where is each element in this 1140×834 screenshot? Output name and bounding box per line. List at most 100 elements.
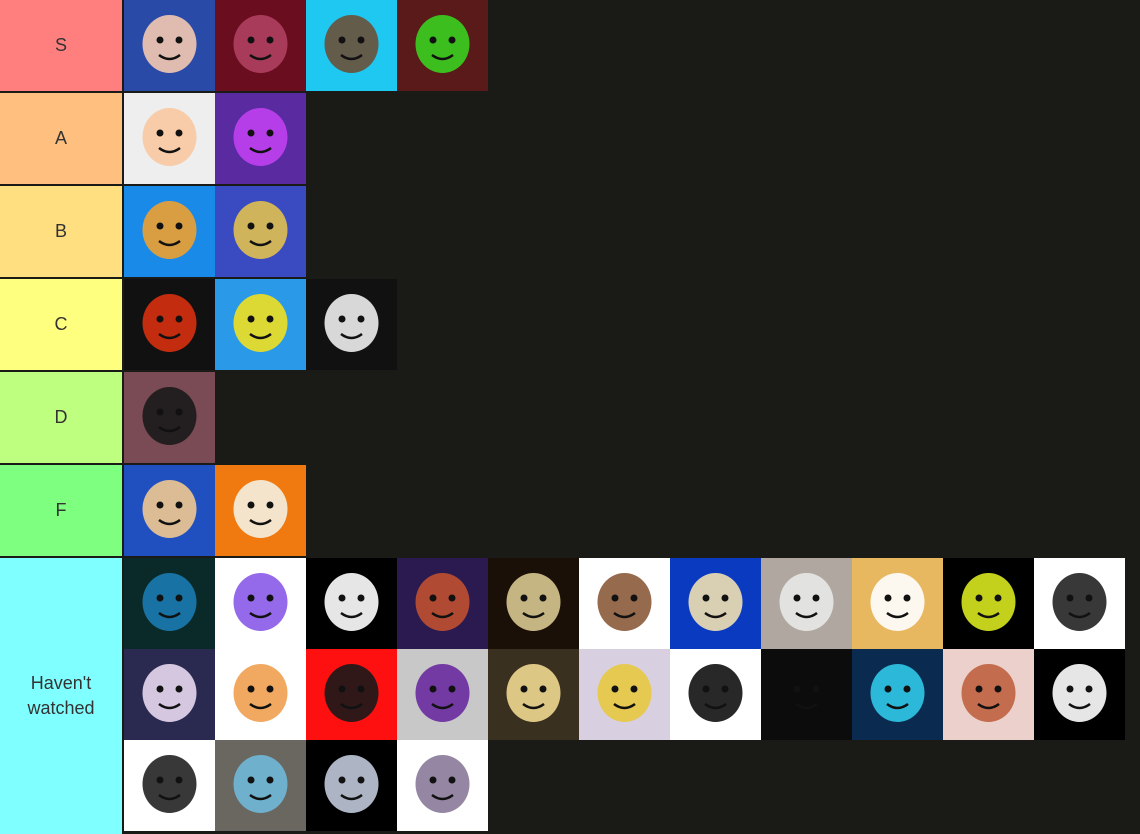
tier-item-crowned-afro-figure[interactable] bbox=[306, 649, 397, 740]
tier-items bbox=[124, 93, 1136, 184]
white-glasses-face-image bbox=[1052, 664, 1107, 722]
tier-list-board: TiERMAKER SABCDFHaven't watched bbox=[0, 0, 1140, 834]
plush-closeup-image bbox=[233, 755, 288, 813]
tier-row: F bbox=[0, 465, 1140, 556]
dark-empty-tile-image bbox=[779, 664, 834, 722]
tier-item-green-scribble-figure[interactable] bbox=[397, 0, 488, 91]
tornado-frame-image bbox=[324, 755, 379, 813]
tier-item-pixel-rubber-duck[interactable] bbox=[579, 649, 670, 740]
anime-girl-silver-hair-image bbox=[142, 664, 197, 722]
tier-item-nitnot-1337-drawing[interactable] bbox=[306, 279, 397, 370]
glasses-sketch-character-image bbox=[688, 664, 743, 722]
tier-item-red-creepy-bear[interactable] bbox=[215, 0, 306, 91]
tier-items bbox=[124, 372, 1136, 463]
tier-item-tornado-frame[interactable] bbox=[306, 740, 397, 831]
tier-row: Haven't watched bbox=[0, 558, 1140, 834]
crowned-afro-figure-image bbox=[324, 664, 379, 722]
tier-label[interactable]: C bbox=[0, 279, 124, 370]
blue-hair-top-hat-avatar-image bbox=[142, 15, 197, 73]
brown-hair-face-image bbox=[324, 15, 379, 73]
cyan-cap-photo-image bbox=[870, 664, 925, 722]
tier-item-roblox-skeleton[interactable] bbox=[488, 558, 579, 649]
tier-item-small-roblox-figure[interactable] bbox=[943, 649, 1034, 740]
tier-item-blox-brothers-logo[interactable] bbox=[852, 558, 943, 649]
orange-cat-badge-image bbox=[233, 664, 288, 722]
tier-item-cat-with-bowtie[interactable] bbox=[761, 558, 852, 649]
tier-row: A bbox=[0, 93, 1140, 184]
tier-item-blue-hair-top-hat-avatar[interactable] bbox=[124, 0, 215, 91]
tier-item-stick-figure-sketch[interactable] bbox=[1034, 558, 1125, 649]
yellow-smiley-square-image bbox=[233, 294, 288, 352]
tier-row: D bbox=[0, 372, 1140, 463]
tier-item-bunny-ears-sunglasses[interactable] bbox=[124, 372, 215, 463]
red-creature-dark-image bbox=[142, 294, 197, 352]
tier-item-cheesecake-slice-badge[interactable] bbox=[488, 649, 579, 740]
cheesecake-slice-badge-image bbox=[506, 664, 561, 722]
tier-label[interactable]: S bbox=[0, 0, 124, 91]
red-creepy-bear-image bbox=[233, 15, 288, 73]
tier-items bbox=[124, 186, 1136, 277]
tier-item-dark-creature-night[interactable] bbox=[397, 558, 488, 649]
green-scribble-figure-image bbox=[415, 15, 470, 73]
small-roblox-figure-image bbox=[961, 664, 1016, 722]
roblox-headphones-avatar-image bbox=[142, 480, 197, 538]
bunny-ears-sunglasses-image bbox=[142, 387, 197, 445]
tier-item-purple-bird-3d-glasses[interactable] bbox=[397, 649, 488, 740]
tv-noodle-bowl-logo-image bbox=[142, 201, 197, 259]
tier-item-purple-rat-3d-glasses[interactable] bbox=[397, 740, 488, 831]
purple-top-hat-character-image bbox=[233, 108, 288, 166]
tier-label[interactable]: B bbox=[0, 186, 124, 277]
kk-orange-logo-image bbox=[233, 480, 288, 538]
green-cap-cartoon-image bbox=[142, 108, 197, 166]
tier-label[interactable]: F bbox=[0, 465, 124, 556]
blox-brothers-logo-image bbox=[870, 573, 925, 631]
tier-item-anime-girl-silver-hair[interactable] bbox=[124, 649, 215, 740]
tier-items bbox=[124, 465, 1136, 556]
black-line-face-image bbox=[324, 573, 379, 631]
tier-row: B bbox=[0, 186, 1140, 277]
blue-penguin-image bbox=[142, 573, 197, 631]
tier-item-antler-roblox-avatar[interactable] bbox=[215, 186, 306, 277]
stick-figure-sketch-image bbox=[1052, 573, 1107, 631]
tier-item-cyan-cap-photo[interactable] bbox=[852, 649, 943, 740]
tier-label[interactable]: Haven't watched bbox=[0, 558, 124, 834]
tier-item-dark-empty-tile[interactable] bbox=[761, 649, 852, 740]
tier-item-green-cap-cartoon[interactable] bbox=[124, 93, 215, 184]
roblox-skeleton-image bbox=[506, 573, 561, 631]
tier-item-blue-penguin[interactable] bbox=[124, 558, 215, 649]
tier-item-plush-closeup[interactable] bbox=[215, 740, 306, 831]
nitnot-1337-drawing-image bbox=[324, 294, 379, 352]
purple-rat-3d-glasses-image bbox=[415, 755, 470, 813]
tier-item-white-bear-sketch[interactable] bbox=[124, 740, 215, 831]
purple-bird-3d-glasses-image bbox=[415, 664, 470, 722]
tier-row: C bbox=[0, 279, 1140, 370]
tier-item-yellow-green-smiley[interactable] bbox=[943, 558, 1034, 649]
antler-roblox-avatar-image bbox=[233, 201, 288, 259]
tier-item-white-glasses-face[interactable] bbox=[1034, 649, 1125, 740]
tier-item-orange-cat-badge[interactable] bbox=[215, 649, 306, 740]
tier-item-purple-hair-anime-girl[interactable] bbox=[215, 558, 306, 649]
tier-item-blue-top-hat-cartoon[interactable] bbox=[670, 558, 761, 649]
cat-with-bowtie-image bbox=[779, 573, 834, 631]
tier-item-red-creature-dark[interactable] bbox=[124, 279, 215, 370]
white-bear-sketch-image bbox=[142, 755, 197, 813]
pixel-rubber-duck-image bbox=[597, 664, 652, 722]
blue-top-hat-cartoon-image bbox=[688, 573, 743, 631]
tier-label[interactable]: A bbox=[0, 93, 124, 184]
tier-item-obama-face[interactable] bbox=[579, 558, 670, 649]
tier-item-yellow-smiley-square[interactable] bbox=[215, 279, 306, 370]
tier-item-kk-orange-logo[interactable] bbox=[215, 465, 306, 556]
purple-hair-anime-girl-image bbox=[233, 573, 288, 631]
obama-face-image bbox=[597, 573, 652, 631]
tier-items bbox=[124, 0, 1136, 91]
tier-item-tv-noodle-bowl-logo[interactable] bbox=[124, 186, 215, 277]
tier-row: S bbox=[0, 0, 1140, 91]
tier-item-brown-hair-face[interactable] bbox=[306, 0, 397, 91]
tier-item-roblox-headphones-avatar[interactable] bbox=[124, 465, 215, 556]
tier-item-black-line-face[interactable] bbox=[306, 558, 397, 649]
tier-items bbox=[124, 558, 1136, 834]
tier-item-glasses-sketch-character[interactable] bbox=[670, 649, 761, 740]
dark-creature-night-image bbox=[415, 573, 470, 631]
tier-label[interactable]: D bbox=[0, 372, 124, 463]
tier-item-purple-top-hat-character[interactable] bbox=[215, 93, 306, 184]
